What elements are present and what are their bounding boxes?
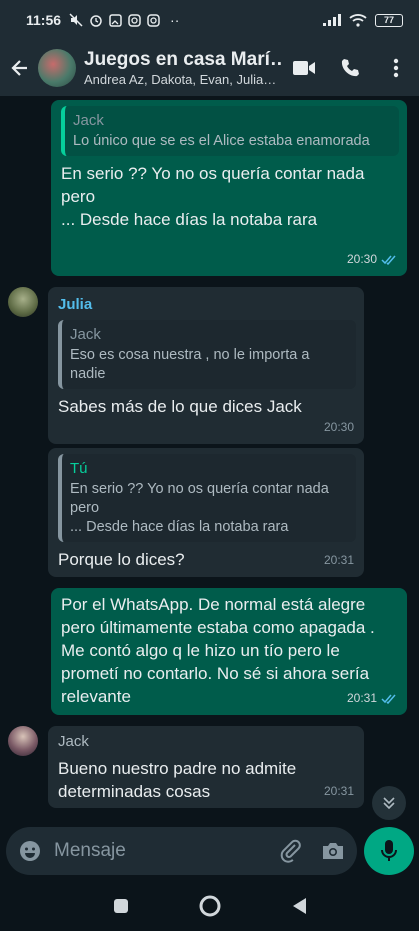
group-info[interactable]: Juegos en casa Marí… Andrea Az, Dakota, … <box>84 49 281 87</box>
read-receipt-icon <box>381 694 396 704</box>
home-icon[interactable] <box>199 895 221 917</box>
message-bubble[interactable]: Tú En serio ?? Yo no os quería contar na… <box>48 448 364 577</box>
message-text: En serio ?? Yo no os quería contar nada … <box>61 164 365 229</box>
back-triangle-icon[interactable] <box>291 897 307 915</box>
emoji-icon[interactable] <box>18 839 42 863</box>
scroll-to-bottom-button[interactable] <box>372 786 406 820</box>
quoted-text: Eso es cosa nuestra , no le importa a na… <box>70 347 310 382</box>
phone-icon <box>341 59 359 77</box>
instagram-icon <box>147 13 160 27</box>
attach-icon[interactable] <box>279 839 303 863</box>
quoted-text: Lo único que se es el Alice estaba enamo… <box>73 133 370 149</box>
battery-icon: 77 <box>375 13 403 27</box>
chat-area[interactable]: Jack Lo único que se es el Alice estaba … <box>0 96 419 821</box>
recents-icon[interactable] <box>113 898 129 914</box>
mute-icon <box>69 13 83 27</box>
more-vertical-icon <box>393 58 399 78</box>
quoted-sender: Jack <box>73 112 104 129</box>
message-text: Bueno nuestro padre no admite determinad… <box>58 759 297 801</box>
microphone-icon <box>381 840 397 861</box>
quoted-message[interactable]: Jack Eso es cosa nuestra , no le importa… <box>58 320 356 389</box>
alarm-icon <box>90 15 102 27</box>
video-call-button[interactable] <box>281 59 327 77</box>
quoted-message[interactable]: Tú En serio ?? Yo no os quería contar na… <box>58 454 356 542</box>
read-receipt-icon <box>381 255 396 265</box>
message-bubble[interactable]: Jack Lo único que se es el Alice estaba … <box>51 100 407 276</box>
status-time: 11:56 <box>26 12 62 28</box>
message-sender[interactable]: Julia <box>58 293 356 316</box>
message-text: Porque lo dices? <box>58 550 185 569</box>
video-camera-icon <box>293 61 315 75</box>
avatar[interactable] <box>8 726 38 756</box>
message-time: 20:30 <box>346 252 377 266</box>
voice-call-button[interactable] <box>327 58 373 78</box>
quoted-text: En serio ?? Yo no os quería contar nada … <box>70 481 329 535</box>
avatar[interactable] <box>8 287 38 317</box>
system-navigation <box>0 881 419 931</box>
more-notifications-icon: ·· <box>170 12 180 28</box>
group-members: Andrea Az, Dakota, Evan, Julia… <box>84 72 277 87</box>
message-sender[interactable]: Jack <box>58 730 356 753</box>
group-title: Juegos en casa Marí… <box>84 49 281 70</box>
message-text: Sabes más de lo que dices Jack <box>58 397 302 416</box>
signal-icon <box>323 14 341 26</box>
quoted-sender: Jack <box>70 326 101 343</box>
message-bubble[interactable]: Julia Jack Eso es cosa nuestra , no le i… <box>48 287 364 444</box>
back-button[interactable] <box>2 58 38 78</box>
message-placeholder: Mensaje <box>54 840 126 861</box>
message-input[interactable]: Mensaje <box>6 827 357 875</box>
composer: Mensaje <box>0 821 419 881</box>
message-bubble[interactable]: Por el WhatsApp. De normal está alegre p… <box>51 588 407 715</box>
message-time: 20:31 <box>323 784 354 798</box>
group-avatar[interactable] <box>38 49 76 87</box>
gallery-icon <box>109 13 122 27</box>
double-chevron-down-icon <box>383 797 395 810</box>
instagram-icon <box>128 13 141 27</box>
chat-header: Juegos en casa Marí… Andrea Az, Dakota, … <box>0 40 419 96</box>
arrow-left-icon <box>11 60 27 76</box>
status-bar: 11:56 ·· 77 <box>0 0 419 40</box>
camera-icon[interactable] <box>321 840 345 862</box>
message-time: 20:30 <box>323 420 354 434</box>
quoted-sender: Tú <box>70 460 88 477</box>
voice-message-button[interactable] <box>364 827 414 875</box>
wifi-icon <box>349 13 367 27</box>
menu-button[interactable] <box>373 58 419 78</box>
message-time: 20:31 <box>346 691 377 705</box>
message-time: 20:31 <box>323 553 354 567</box>
quoted-message[interactable]: Jack Lo único que se es el Alice estaba … <box>61 106 399 156</box>
message-bubble[interactable]: Jack Bueno nuestro padre no admite deter… <box>48 726 364 808</box>
